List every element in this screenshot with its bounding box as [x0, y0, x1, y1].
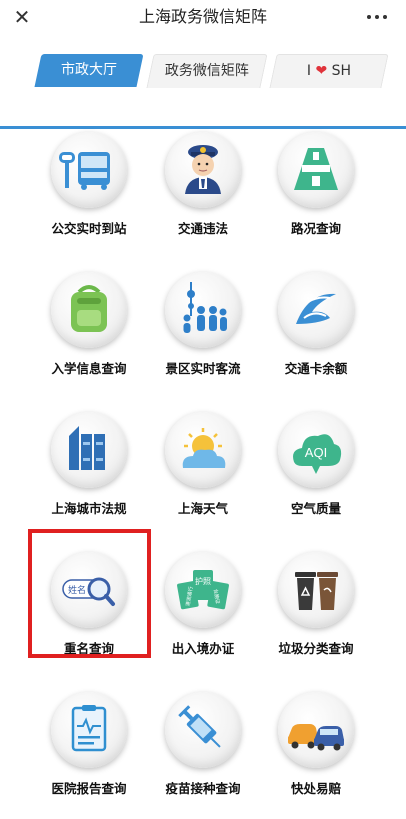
- svg-text:护照: 护照: [195, 576, 211, 586]
- grid-item-hospital-report[interactable]: 医院报告查询: [29, 684, 149, 804]
- grid-item-exit-entry[interactable]: 护照 港澳通行 台胞证 出入境办证: [143, 544, 263, 664]
- grid-item-label: 出入境办证: [171, 641, 235, 656]
- grid-item-vaccination[interactable]: 疫苗接种查询: [143, 684, 263, 804]
- tab-bar: 市政大厅 政务微信矩阵 I ❤ SH: [0, 38, 406, 129]
- road-icon: [278, 132, 354, 208]
- law-books-icon: [51, 412, 127, 488]
- grid-item-label: 疫苗接种查询: [165, 781, 241, 796]
- page-title: 上海政务微信矩阵: [138, 7, 267, 26]
- more-options-icon[interactable]: [364, 4, 390, 30]
- car-accident-icon: [278, 692, 354, 768]
- grid-item-label: 上海城市法规: [51, 501, 127, 516]
- grid-item-label: 交通卡余额: [284, 361, 348, 376]
- passport-icon: 护照 港澳通行 台胞证: [165, 552, 241, 628]
- app-header: ✕ 上海政务微信矩阵: [0, 0, 406, 39]
- tab-label: 政务微信矩阵: [164, 63, 249, 79]
- grid-item-label: 景区实时客流: [165, 361, 241, 376]
- crowd-tower-icon: [165, 272, 241, 348]
- grid-item-label: 上海天气: [177, 501, 228, 516]
- grid-item-transit-card[interactable]: 交通卡余额: [256, 264, 376, 384]
- grid-item-label: 路况查询: [290, 221, 341, 236]
- grid-item-label: 快处易赔: [290, 781, 341, 796]
- tab-city-hall[interactable]: 市政大厅: [34, 54, 144, 87]
- school-bag-icon: [51, 272, 127, 348]
- traffic-police-icon: [165, 132, 241, 208]
- transit-card-icon: [278, 272, 354, 348]
- grid-item-label: 垃圾分类查询: [278, 641, 354, 656]
- grid-item-road-condition[interactable]: 路况查询: [256, 124, 376, 244]
- bus-icon: [51, 132, 127, 208]
- tab-label: 市政大厅: [61, 62, 117, 78]
- grid-item-label: 交通违法: [177, 221, 228, 236]
- grid-item-garbage-sorting[interactable]: 垃圾分类查询: [256, 544, 376, 664]
- grid-item-weather[interactable]: 上海天气: [143, 404, 263, 524]
- medical-report-icon: [51, 692, 127, 768]
- grid-item-scenic-crowd[interactable]: 景区实时客流: [143, 264, 263, 384]
- grid-item-label: 公交实时到站: [51, 221, 127, 236]
- grid-item-city-law[interactable]: 上海城市法规: [29, 404, 149, 524]
- vaccine-syringe-icon: [165, 692, 241, 768]
- grid-item-air-quality[interactable]: AQI 空气质量: [256, 404, 376, 524]
- grid-item-label: 空气质量: [290, 501, 341, 516]
- grid-item-label: 入学信息查询: [51, 361, 127, 376]
- tab-i-love-sh[interactable]: I ❤ SH: [269, 54, 389, 88]
- selection-highlight-box: [28, 529, 151, 658]
- aqi-cloud-icon: AQI: [278, 412, 354, 488]
- close-icon[interactable]: ✕: [12, 4, 32, 30]
- svg-text:AQI: AQI: [305, 445, 327, 460]
- grid-item-bus-arrival[interactable]: 公交实时到站: [29, 124, 149, 244]
- grid-item-traffic-violation[interactable]: 交通违法: [143, 124, 263, 244]
- grid-item-quick-claim[interactable]: 快处易赔: [256, 684, 376, 804]
- tab-wechat-matrix[interactable]: 政务微信矩阵: [146, 54, 268, 88]
- grid-item-school-enrollment[interactable]: 入学信息查询: [29, 264, 149, 384]
- trash-bins-icon: [278, 552, 354, 628]
- heart-icon: ❤: [315, 63, 328, 79]
- weather-icon: [165, 412, 241, 488]
- tab-label: I ❤ SH: [306, 63, 351, 79]
- grid-item-label: 医院报告查询: [51, 781, 127, 796]
